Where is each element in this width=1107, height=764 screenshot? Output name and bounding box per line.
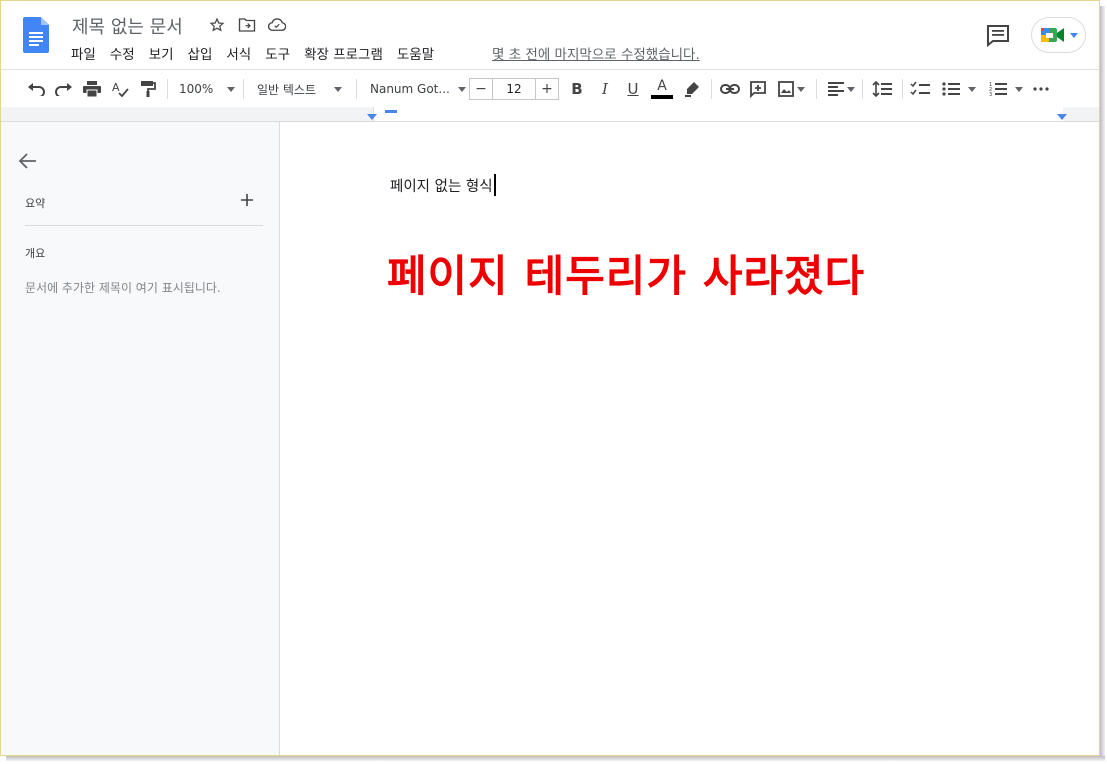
style-select[interactable]: 일반 텍스트: [257, 78, 347, 100]
spellcheck-icon[interactable]: A: [109, 78, 131, 100]
chevron-down-icon: [1069, 32, 1078, 38]
chevron-down-icon: [1015, 86, 1023, 92]
meet-icon: [1040, 28, 1064, 42]
menu-help[interactable]: 도움말: [397, 43, 441, 63]
toolbar: A 100% 일반 텍스트 Nanum Got... − 12 + B I U …: [1, 69, 1099, 107]
app-window: 제목 없는 문서 파일 수정 보기 삽입 서식 도구 확장 프로그램 도움말 몇…: [0, 0, 1100, 756]
menu-view[interactable]: 보기: [149, 43, 181, 63]
comment-history-icon[interactable]: [984, 23, 1012, 49]
outline-sidebar: 요약 개요 문서에 추가한 제목이 여기 표시됩니다.: [1, 122, 280, 755]
zoom-select[interactable]: 100%: [179, 78, 236, 100]
more-icon[interactable]: [1031, 78, 1051, 100]
menu-bar: 파일 수정 보기 삽입 서식 도구 확장 프로그램 도움말: [71, 43, 448, 63]
chevron-down-icon: [846, 86, 855, 92]
text-color-icon[interactable]: A: [650, 78, 674, 100]
annotation-overlay-text: 페이지 테두리가 사라졌다: [387, 252, 866, 302]
menu-edit[interactable]: 수정: [110, 43, 142, 63]
font-size-input[interactable]: 12: [492, 79, 536, 99]
window-shadow-right: [1100, 6, 1105, 758]
print-icon[interactable]: [81, 78, 103, 100]
chevron-down-icon: [968, 86, 976, 92]
docs-logo-icon[interactable]: [23, 17, 49, 53]
left-indent-marker[interactable]: [367, 114, 377, 120]
chevron-down-icon: [227, 86, 236, 92]
doc-title[interactable]: 제목 없는 문서: [72, 13, 183, 39]
underline-icon[interactable]: U: [623, 78, 643, 100]
menu-format[interactable]: 서식: [226, 43, 258, 63]
image-icon[interactable]: [775, 78, 807, 100]
bold-icon[interactable]: B: [567, 78, 587, 100]
undo-icon[interactable]: [25, 78, 47, 100]
add-summary-icon[interactable]: [239, 192, 255, 208]
ruler-bar: [1, 107, 1099, 122]
menu-tools[interactable]: 도구: [265, 43, 297, 63]
outline-label: 개요: [25, 247, 46, 260]
font-size-control: − 12 +: [469, 78, 559, 100]
meet-button[interactable]: [1031, 17, 1086, 53]
move-folder-icon[interactable]: [237, 15, 257, 35]
svg-text:A: A: [112, 81, 120, 94]
decrease-font-size-button[interactable]: −: [470, 79, 492, 99]
summary-label: 요약: [25, 197, 46, 210]
menu-insert[interactable]: 삽입: [188, 43, 220, 63]
cloud-saved-icon[interactable]: [267, 15, 287, 35]
sidebar-divider: [25, 225, 263, 226]
chevron-down-icon: [796, 86, 805, 92]
header: 제목 없는 문서 파일 수정 보기 삽입 서식 도구 확장 프로그램 도움말 몇…: [1, 1, 1099, 69]
document-canvas[interactable]: 페이지 없는 형식 페이지 테두리가 사라졌다: [281, 122, 1099, 755]
paint-format-icon[interactable]: [137, 78, 159, 100]
outline-hint: 문서에 추가한 제목이 여기 표시됩니다.: [25, 281, 221, 295]
svg-text:3: 3: [989, 92, 992, 96]
redo-icon[interactable]: [53, 78, 75, 100]
first-line-indent-marker[interactable]: [385, 110, 397, 113]
back-arrow-icon[interactable]: [17, 150, 39, 172]
text-cursor: [493, 174, 496, 196]
numbered-list-icon[interactable]: 123: [986, 78, 1026, 100]
align-icon[interactable]: [825, 78, 857, 100]
font-select[interactable]: Nanum Got...: [370, 78, 466, 100]
checklist-icon[interactable]: [909, 78, 931, 100]
italic-icon[interactable]: I: [595, 78, 615, 100]
ruler[interactable]: [373, 107, 1063, 121]
bullet-list-icon[interactable]: [939, 78, 979, 100]
link-icon[interactable]: [719, 78, 741, 100]
right-indent-marker[interactable]: [1057, 114, 1067, 120]
highlight-icon[interactable]: [682, 78, 702, 100]
document-body-text[interactable]: 페이지 없는 형식: [390, 174, 496, 196]
line-spacing-icon[interactable]: [871, 78, 893, 100]
window-shadow-bottom: [6, 756, 1105, 761]
increase-font-size-button[interactable]: +: [536, 79, 558, 99]
chevron-down-icon: [334, 86, 343, 92]
star-icon[interactable]: [207, 15, 227, 35]
add-comment-icon[interactable]: [747, 78, 769, 100]
menu-file[interactable]: 파일: [71, 43, 103, 63]
chevron-down-icon: [457, 86, 466, 92]
menu-extensions[interactable]: 확장 프로그램: [304, 43, 390, 63]
last-edit-link[interactable]: 몇 초 전에 마지막으로 수정했습니다.: [492, 43, 700, 63]
